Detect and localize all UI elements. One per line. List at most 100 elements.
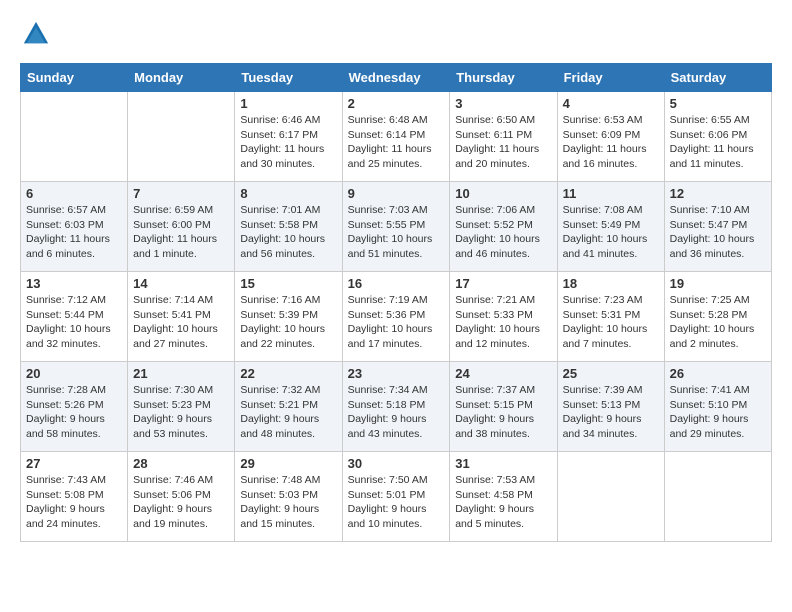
calendar-week-5: 27Sunrise: 7:43 AMSunset: 5:08 PMDayligh… <box>21 452 772 542</box>
day-number: 8 <box>240 186 336 201</box>
day-number: 31 <box>455 456 551 471</box>
calendar-cell: 24 Sunrise: 7:37 AMSunset: 5:15 PMDayligh… <box>450 362 557 452</box>
day-info: Sunrise: 7:16 AMSunset: 5:39 PMDaylight:… <box>240 293 336 352</box>
day-header-thursday: Thursday <box>450 64 557 92</box>
calendar-cell: 2 Sunrise: 6:48 AMSunset: 6:14 PMDaylight… <box>342 92 450 182</box>
day-info: Sunrise: 7:21 AMSunset: 5:33 PMDaylight:… <box>455 293 551 352</box>
day-number: 2 <box>348 96 445 111</box>
calendar-cell: 10 Sunrise: 7:06 AMSunset: 5:52 PMDayligh… <box>450 182 557 272</box>
calendar-cell: 22 Sunrise: 7:32 AMSunset: 5:21 PMDayligh… <box>235 362 342 452</box>
day-number: 1 <box>240 96 336 111</box>
day-info: Sunrise: 7:14 AMSunset: 5:41 PMDaylight:… <box>133 293 229 352</box>
day-info: Sunrise: 6:46 AMSunset: 6:17 PMDaylight:… <box>240 113 336 172</box>
day-header-friday: Friday <box>557 64 664 92</box>
day-number: 4 <box>563 96 659 111</box>
day-number: 25 <box>563 366 659 381</box>
day-info: Sunrise: 6:48 AMSunset: 6:14 PMDaylight:… <box>348 113 445 172</box>
day-info: Sunrise: 7:12 AMSunset: 5:44 PMDaylight:… <box>26 293 122 352</box>
day-number: 29 <box>240 456 336 471</box>
calendar-cell: 17 Sunrise: 7:21 AMSunset: 5:33 PMDayligh… <box>450 272 557 362</box>
day-number: 9 <box>348 186 445 201</box>
day-header-wednesday: Wednesday <box>342 64 450 92</box>
logo <box>20 20 50 53</box>
day-info: Sunrise: 7:41 AMSunset: 5:10 PMDaylight:… <box>670 383 766 442</box>
day-info: Sunrise: 7:37 AMSunset: 5:15 PMDaylight:… <box>455 383 551 442</box>
calendar-cell: 23 Sunrise: 7:34 AMSunset: 5:18 PMDayligh… <box>342 362 450 452</box>
day-number: 23 <box>348 366 445 381</box>
calendar-week-3: 13 Sunrise: 7:12 AMSunset: 5:44 PMDayligh… <box>21 272 772 362</box>
day-number: 22 <box>240 366 336 381</box>
calendar-week-2: 6 Sunrise: 6:57 AMSunset: 6:03 PMDaylight… <box>21 182 772 272</box>
day-number: 20 <box>26 366 122 381</box>
day-number: 13 <box>26 276 122 291</box>
calendar-cell: 21Sunrise: 7:30 AMSunset: 5:23 PMDayligh… <box>128 362 235 452</box>
calendar-cell: 18Sunrise: 7:23 AMSunset: 5:31 PMDayligh… <box>557 272 664 362</box>
calendar-cell: 6 Sunrise: 6:57 AMSunset: 6:03 PMDaylight… <box>21 182 128 272</box>
day-info: Sunrise: 7:23 AMSunset: 5:31 PMDaylight:… <box>563 293 659 352</box>
calendar-cell: 1 Sunrise: 6:46 AMSunset: 6:17 PMDaylight… <box>235 92 342 182</box>
calendar-cell: 28 Sunrise: 7:46 AMSunset: 5:06 PMDayligh… <box>128 452 235 542</box>
calendar-cell: 29 Sunrise: 7:48 AMSunset: 5:03 PMDayligh… <box>235 452 342 542</box>
calendar-cell: 27Sunrise: 7:43 AMSunset: 5:08 PMDayligh… <box>21 452 128 542</box>
day-info: Sunrise: 6:57 AMSunset: 6:03 PMDaylight:… <box>26 203 122 262</box>
day-number: 11 <box>563 186 659 201</box>
day-info: Sunrise: 7:03 AMSunset: 5:55 PMDaylight:… <box>348 203 445 262</box>
day-info: Sunrise: 7:46 AMSunset: 5:06 PMDaylight:… <box>133 473 229 532</box>
day-header-sunday: Sunday <box>21 64 128 92</box>
day-info: Sunrise: 7:08 AMSunset: 5:49 PMDaylight:… <box>563 203 659 262</box>
day-number: 16 <box>348 276 445 291</box>
day-info: Sunrise: 7:53 AMSunset: 4:58 PMDaylight:… <box>455 473 551 532</box>
calendar-cell: 30 Sunrise: 7:50 AMSunset: 5:01 PMDayligh… <box>342 452 450 542</box>
day-number: 6 <box>26 186 122 201</box>
day-info: Sunrise: 7:06 AMSunset: 5:52 PMDaylight:… <box>455 203 551 262</box>
calendar-cell <box>21 92 128 182</box>
day-info: Sunrise: 7:28 AMSunset: 5:26 PMDaylight:… <box>26 383 122 442</box>
calendar-table: SundayMondayTuesdayWednesdayThursdayFrid… <box>20 63 772 542</box>
calendar-cell: 31 Sunrise: 7:53 AMSunset: 4:58 PMDayligh… <box>450 452 557 542</box>
day-number: 30 <box>348 456 445 471</box>
day-number: 26 <box>670 366 766 381</box>
calendar-cell: 8 Sunrise: 7:01 AMSunset: 5:58 PMDaylight… <box>235 182 342 272</box>
calendar-cell: 7Sunrise: 6:59 AMSunset: 6:00 PMDaylight… <box>128 182 235 272</box>
day-info: Sunrise: 7:48 AMSunset: 5:03 PMDaylight:… <box>240 473 336 532</box>
page-header <box>20 20 772 53</box>
day-number: 19 <box>670 276 766 291</box>
day-info: Sunrise: 7:34 AMSunset: 5:18 PMDaylight:… <box>348 383 445 442</box>
day-number: 24 <box>455 366 551 381</box>
day-number: 3 <box>455 96 551 111</box>
calendar-cell: 20 Sunrise: 7:28 AMSunset: 5:26 PMDayligh… <box>21 362 128 452</box>
day-info: Sunrise: 7:39 AMSunset: 5:13 PMDaylight:… <box>563 383 659 442</box>
calendar-cell: 13 Sunrise: 7:12 AMSunset: 5:44 PMDayligh… <box>21 272 128 362</box>
calendar-header-row: SundayMondayTuesdayWednesdayThursdayFrid… <box>21 64 772 92</box>
calendar-cell: 14Sunrise: 7:14 AMSunset: 5:41 PMDayligh… <box>128 272 235 362</box>
day-info: Sunrise: 7:19 AMSunset: 5:36 PMDaylight:… <box>348 293 445 352</box>
calendar-cell <box>664 452 771 542</box>
day-number: 28 <box>133 456 229 471</box>
calendar-cell <box>128 92 235 182</box>
day-number: 17 <box>455 276 551 291</box>
calendar-cell: 4Sunrise: 6:53 AMSunset: 6:09 PMDaylight… <box>557 92 664 182</box>
day-header-saturday: Saturday <box>664 64 771 92</box>
calendar-body: 1 Sunrise: 6:46 AMSunset: 6:17 PMDaylight… <box>21 92 772 542</box>
day-number: 7 <box>133 186 229 201</box>
logo-icon <box>22 20 50 48</box>
day-number: 27 <box>26 456 122 471</box>
calendar-cell: 5Sunrise: 6:55 AMSunset: 6:06 PMDaylight… <box>664 92 771 182</box>
calendar-week-1: 1 Sunrise: 6:46 AMSunset: 6:17 PMDaylight… <box>21 92 772 182</box>
day-number: 15 <box>240 276 336 291</box>
day-info: Sunrise: 7:50 AMSunset: 5:01 PMDaylight:… <box>348 473 445 532</box>
day-header-tuesday: Tuesday <box>235 64 342 92</box>
day-info: Sunrise: 6:50 AMSunset: 6:11 PMDaylight:… <box>455 113 551 172</box>
day-number: 12 <box>670 186 766 201</box>
day-info: Sunrise: 7:30 AMSunset: 5:23 PMDaylight:… <box>133 383 229 442</box>
day-info: Sunrise: 7:10 AMSunset: 5:47 PMDaylight:… <box>670 203 766 262</box>
day-number: 5 <box>670 96 766 111</box>
day-number: 10 <box>455 186 551 201</box>
day-info: Sunrise: 7:32 AMSunset: 5:21 PMDaylight:… <box>240 383 336 442</box>
calendar-cell: 3 Sunrise: 6:50 AMSunset: 6:11 PMDaylight… <box>450 92 557 182</box>
day-info: Sunrise: 7:25 AMSunset: 5:28 PMDaylight:… <box>670 293 766 352</box>
day-info: Sunrise: 7:01 AMSunset: 5:58 PMDaylight:… <box>240 203 336 262</box>
calendar-cell: 11 Sunrise: 7:08 AMSunset: 5:49 PMDayligh… <box>557 182 664 272</box>
calendar-cell: 26 Sunrise: 7:41 AMSunset: 5:10 PMDayligh… <box>664 362 771 452</box>
calendar-cell: 25 Sunrise: 7:39 AMSunset: 5:13 PMDayligh… <box>557 362 664 452</box>
